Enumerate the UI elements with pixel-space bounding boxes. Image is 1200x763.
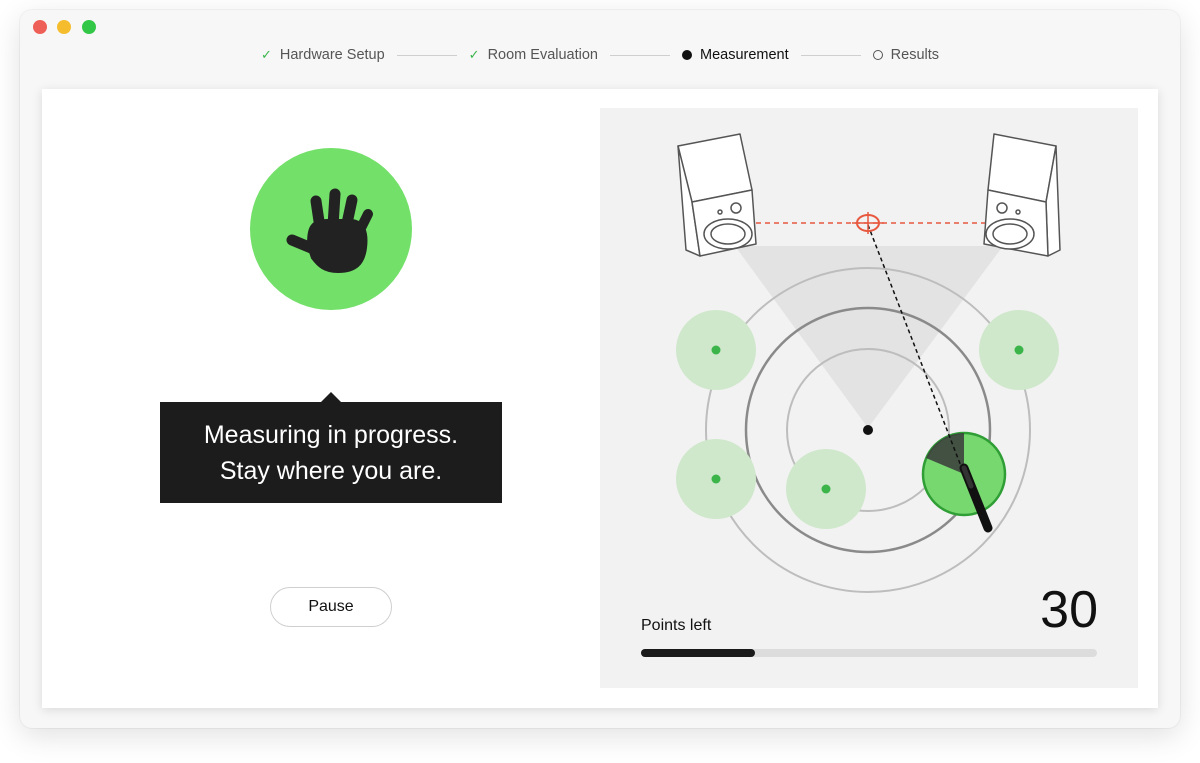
active-step-dot-icon [682, 50, 692, 60]
status-line-2: Stay where you are. [219, 457, 443, 485]
measurement-progress-fill [641, 649, 755, 657]
listening-center-point [863, 425, 873, 435]
step-label: Measurement [700, 47, 789, 63]
listening-cone [735, 246, 1003, 428]
points-left-count: 30 [1040, 581, 1098, 639]
measure-point [1014, 345, 1024, 355]
points-left-label: Points left [641, 617, 712, 634]
minimize-window-button[interactable] [57, 20, 71, 34]
progress-stepper: ✓ Hardware Setup ✓ Room Evaluation Measu… [20, 47, 1180, 63]
step-connector [396, 54, 457, 56]
step-connector [800, 54, 861, 56]
close-window-button[interactable] [33, 20, 47, 34]
step-hardware-setup: ✓ Hardware Setup [261, 47, 385, 63]
step-measurement: Measurement [682, 47, 789, 63]
measuring-status-tooltip: Measuring in progress. Stay where you ar… [160, 392, 502, 503]
pending-step-dot-icon [872, 50, 883, 60]
target-crosshair-icon [852, 212, 884, 234]
checkmark-icon: ✓ [260, 47, 272, 62]
step-label: Results [890, 47, 940, 63]
step-connector [610, 54, 670, 56]
measure-point [711, 345, 721, 355]
hand-stop-icon [286, 188, 373, 274]
zoom-window-button[interactable] [82, 20, 96, 34]
right-speaker-icon [983, 133, 1061, 257]
step-room-evaluation: ✓ Room Evaluation [469, 47, 598, 63]
measurement-card: Measuring in progress. Stay where you ar… [42, 89, 1158, 708]
left-speaker-icon [677, 133, 757, 257]
measurement-visualization: Points left 30 [600, 108, 1138, 688]
measure-point [711, 474, 721, 484]
pause-button[interactable]: Pause [270, 587, 392, 627]
step-label: Room Evaluation [487, 47, 598, 63]
status-line-1: Measuring in progress. [203, 421, 459, 449]
checkmark-icon: ✓ [468, 47, 480, 62]
measurement-progress-bar [641, 649, 1097, 657]
status-indicator [250, 148, 412, 310]
measure-point [821, 484, 831, 494]
step-label: Hardware Setup [279, 47, 385, 63]
app-window: ✓ Hardware Setup ✓ Room Evaluation Measu… [20, 10, 1180, 728]
step-results: Results [872, 47, 940, 63]
